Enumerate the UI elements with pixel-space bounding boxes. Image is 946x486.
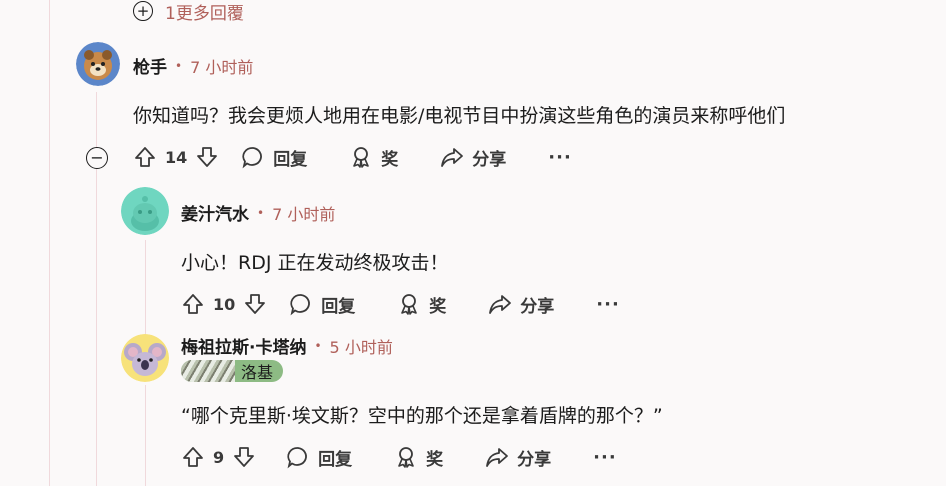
thread-line-root [49, 0, 50, 486]
timestamp[interactable]: 5 小时前 [330, 334, 393, 358]
more-dots-icon[interactable]: ··· [596, 294, 620, 315]
comment-actions: 10 回复 奖 分享 ··· [181, 288, 620, 320]
thread-line-level2b [145, 385, 146, 486]
avatar[interactable] [121, 334, 169, 382]
arrow-up-icon[interactable] [133, 145, 157, 169]
award-icon [397, 292, 421, 316]
reply-button[interactable]: 回复 [286, 445, 352, 470]
reply-label: 回复 [318, 449, 353, 470]
comment-meta: 姜汁汽水 • 7 小时前 [181, 200, 335, 226]
more-dots-icon[interactable]: ··· [548, 147, 572, 168]
comment-actions: 14 回复 奖 分享 ··· [133, 141, 572, 173]
minus-circle-icon[interactable]: − [86, 147, 108, 169]
author-name[interactable]: 枪手 [133, 53, 167, 78]
chat-bubble-icon [289, 292, 313, 316]
arrow-up-icon[interactable] [181, 445, 205, 469]
author-name[interactable]: 姜汁汽水 [181, 200, 249, 225]
share-label: 分享 [520, 296, 555, 317]
reply-label: 回复 [321, 296, 356, 317]
award-label: 奖 [429, 296, 447, 317]
share-button[interactable]: 分享 [485, 445, 551, 470]
reply-button[interactable]: 回复 [289, 292, 355, 317]
separator-dot: • [175, 58, 183, 73]
arrow-down-icon[interactable] [243, 292, 267, 316]
comment-meta: 梅祖拉斯·卡塔纳 • 5 小时前 [181, 333, 393, 359]
share-arrow-icon [440, 145, 464, 169]
award-icon [349, 145, 373, 169]
share-button[interactable]: 分享 [440, 145, 506, 170]
more-dots-icon[interactable]: ··· [593, 447, 617, 468]
arrow-up-icon[interactable] [181, 292, 205, 316]
flair-image [181, 360, 235, 382]
vote-count: 9 [213, 447, 225, 467]
share-arrow-icon [488, 292, 512, 316]
timestamp[interactable]: 7 小时前 [272, 201, 335, 225]
comment-body: “哪个克里斯·埃文斯？空中的那个还是拿着盾牌的那个？” [181, 405, 663, 427]
thread-line-level2 [145, 240, 146, 335]
award-icon [394, 445, 418, 469]
timestamp[interactable]: 7 小时前 [190, 54, 253, 78]
comment-body: 小心！RDJ 正在发动终极攻击！ [181, 252, 449, 274]
arrow-down-icon[interactable] [195, 145, 219, 169]
award-label: 奖 [381, 149, 399, 170]
more-replies-row[interactable]: + 1更多回覆 [133, 0, 244, 24]
award-label: 奖 [426, 449, 444, 470]
chat-bubble-icon [286, 445, 310, 469]
chat-bubble-icon [241, 145, 265, 169]
share-label: 分享 [472, 149, 507, 170]
user-flair: 洛基 [181, 360, 284, 382]
author-name[interactable]: 梅祖拉斯·卡塔纳 [181, 333, 306, 358]
comment-meta: 枪手 • 7 小时前 [133, 53, 253, 79]
award-button[interactable]: 奖 [394, 445, 443, 470]
vote-count: 14 [165, 147, 188, 167]
share-button[interactable]: 分享 [488, 292, 554, 317]
reply-button[interactable]: 回复 [241, 145, 307, 170]
award-button[interactable]: 奖 [397, 292, 446, 317]
reply-label: 回复 [273, 149, 308, 170]
separator-dot: • [257, 205, 265, 220]
more-replies-label[interactable]: 1更多回覆 [165, 0, 244, 24]
comment-body: 你知道吗？我会更烦人地用在电影/电视节目中扮演这些角色的演员来称呼他们 [133, 105, 786, 127]
share-arrow-icon [485, 445, 509, 469]
avatar[interactable] [121, 187, 169, 235]
vote-count: 10 [213, 294, 236, 314]
award-button[interactable]: 奖 [349, 145, 398, 170]
flair-label: 洛基 [241, 363, 274, 382]
comment-actions: 9 回复 奖 分享 ··· [181, 441, 617, 473]
separator-dot: • [314, 338, 322, 353]
plus-circle-icon[interactable]: + [133, 1, 153, 21]
share-label: 分享 [517, 449, 552, 470]
avatar[interactable] [76, 42, 120, 86]
arrow-down-icon[interactable] [232, 445, 256, 469]
